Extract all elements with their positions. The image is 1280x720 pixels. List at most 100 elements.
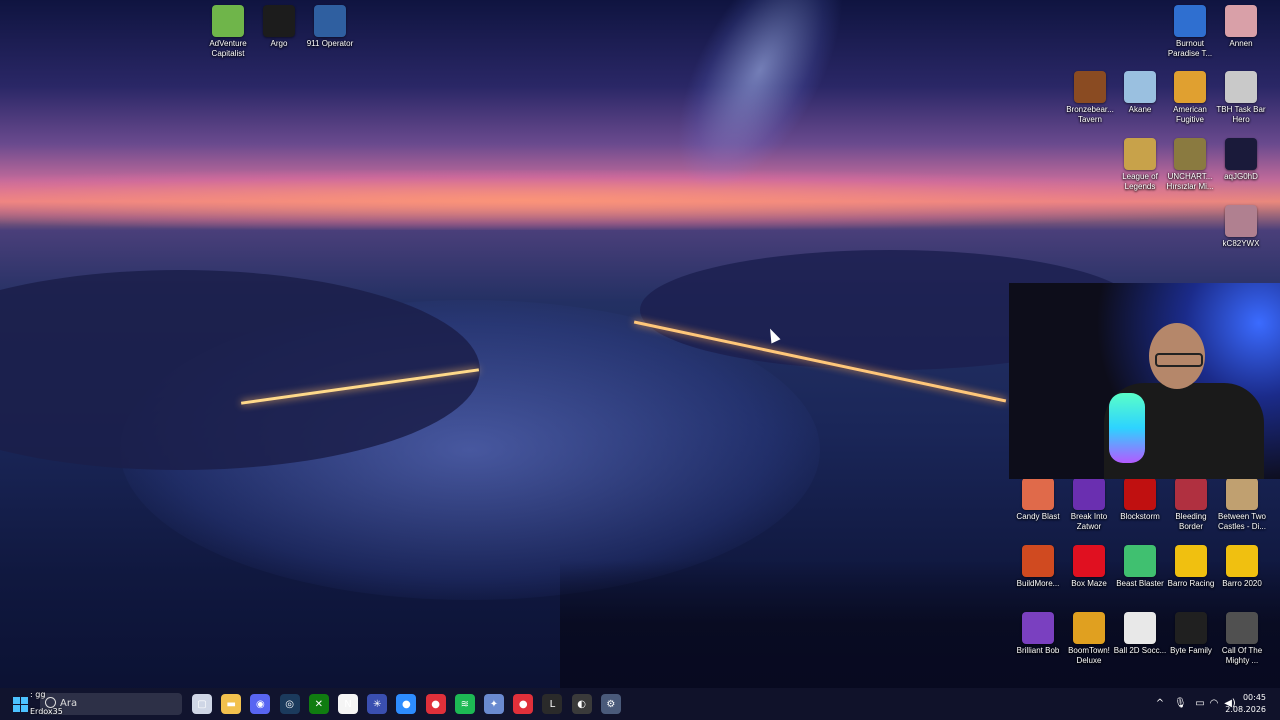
desktop-shortcut[interactable]: Between Two Castles - Di... xyxy=(1214,478,1270,532)
desktop-shortcut[interactable]: Blockstorm xyxy=(1112,478,1168,522)
red-app-icon[interactable]: ● xyxy=(513,694,534,714)
desktop-shortcut-label: BuildMore... xyxy=(1016,579,1060,588)
brilliant-bob-icon xyxy=(1022,612,1054,644)
rgb-microphone xyxy=(1109,393,1145,463)
desktop-shortcut-label: Blockstorm xyxy=(1120,512,1160,521)
desktop-shortcut[interactable]: Brilliant Bob xyxy=(1010,612,1066,656)
akane-icon xyxy=(1124,71,1156,103)
desktop-shortcut[interactable]: Call Of The Mighty ... xyxy=(1214,612,1270,666)
desktop-shortcut[interactable]: Candy Blast xyxy=(1010,478,1066,522)
desktop-shortcut-label: Barro 2020 xyxy=(1222,579,1262,588)
obs-icon[interactable]: ◐ xyxy=(571,694,592,714)
microphone-icon[interactable]: 🎙 xyxy=(1174,698,1187,710)
desktop-shortcut-label: kC82YWX xyxy=(1222,239,1260,248)
buildmore-icon xyxy=(1022,545,1054,577)
clock-time: 00:45 xyxy=(1242,693,1266,702)
desktop-shortcut[interactable]: UNCHART... Hırsızlar Mi... xyxy=(1162,138,1218,192)
desktop-shortcut[interactable]: Box Maze xyxy=(1061,545,1117,589)
desktop-shortcut-label: Ball 2D Socc... xyxy=(1113,646,1167,655)
webcam-overlay xyxy=(1009,283,1280,479)
desktop-shortcut[interactable]: Ball 2D Socc... xyxy=(1112,612,1168,656)
discord-icon[interactable]: ◉ xyxy=(250,694,271,714)
spotify-icon[interactable]: ≋ xyxy=(454,694,475,714)
start-button[interactable] xyxy=(10,694,30,714)
desktop-shortcut[interactable]: Annen xyxy=(1213,5,1269,49)
display-icon[interactable]: ▭ xyxy=(1194,698,1206,710)
desktop-shortcut-label: BoomTown! Deluxe xyxy=(1068,646,1110,665)
sparkle-app-icon[interactable]: ✳ xyxy=(367,694,388,714)
task-view-icon[interactable]: ▢ xyxy=(192,694,212,714)
taskbar-clock[interactable]: 00:45 2.08.2026 xyxy=(1225,692,1266,716)
zoom-app-icon[interactable]: ● xyxy=(396,694,417,714)
desktop-shortcut[interactable]: Argo xyxy=(251,5,307,49)
desktop-shortcut[interactable]: League of Legends xyxy=(1112,138,1168,192)
burnout-paradise-icon xyxy=(1174,5,1206,37)
argo-icon xyxy=(263,5,295,37)
desktop-shortcut[interactable]: Beast Blaster xyxy=(1112,545,1168,589)
desktop-shortcut-label: League of Legends xyxy=(1122,172,1158,191)
uncharted-icon xyxy=(1174,138,1206,170)
desktop-shortcut-label: Call Of The Mighty ... xyxy=(1221,646,1263,665)
american-fugitive-icon xyxy=(1174,71,1206,103)
taskbar: Ara ▢ ▬ ◉ ◎ ✕ N ✳ ● ● ≋ ✦ ● L ◐ ⚙ ^ 🎙 ▭ ◠ ◀) 00:45 2.0… xyxy=(0,688,1280,720)
desktop-shortcut[interactable]: aqJG0hD xyxy=(1213,138,1269,182)
desktop-shortcut-label: Barro Racing xyxy=(1167,579,1215,588)
desktop-shortcut[interactable]: Bronzebear... Tavern xyxy=(1062,71,1118,125)
adventure-capitalist-icon xyxy=(212,5,244,37)
streamer-glasses xyxy=(1155,353,1203,367)
desktop-shortcut-label: Brilliant Bob xyxy=(1016,646,1060,655)
league-of-legends-icon xyxy=(1124,138,1156,170)
desktop-shortcut-label: Burnout Paradise T... xyxy=(1167,39,1213,58)
desktop-shortcut[interactable]: BuildMore... xyxy=(1010,545,1066,589)
desktop-shortcut[interactable]: BoomTown! Deluxe xyxy=(1061,612,1117,666)
desktop-shortcut-label: Candy Blast xyxy=(1016,512,1060,521)
tray-chevron-icon[interactable]: ^ xyxy=(1154,698,1166,710)
record-app-icon[interactable]: ● xyxy=(425,694,446,714)
annen-icon xyxy=(1225,5,1257,37)
desktop-shortcut[interactable]: Break Into Zatwor xyxy=(1061,478,1117,532)
desktop-shortcut[interactable]: Akane xyxy=(1112,71,1168,115)
desktop-shortcut[interactable]: Barro Racing xyxy=(1163,545,1219,589)
bronzebeard-tavern-icon xyxy=(1074,71,1106,103)
desktop-shortcut[interactable]: 911 Operator xyxy=(302,5,358,49)
candy-blast-icon xyxy=(1022,478,1054,510)
desktop-shortcut-label: Bronzebear... Tavern xyxy=(1066,105,1114,124)
stream-username: Erdox35 xyxy=(30,707,63,716)
desktop-shortcut-label: Argo xyxy=(270,39,288,48)
notion-icon[interactable]: N xyxy=(338,694,358,714)
barro-2020-icon xyxy=(1226,545,1258,577)
steam-icon[interactable]: ◎ xyxy=(279,694,300,714)
desktop-shortcut-label: AdVenture Capitalist xyxy=(209,39,247,58)
desktop-shortcut-label: TBH Task Bar Hero xyxy=(1216,105,1266,124)
desktop-shortcut[interactable]: American Fugitive xyxy=(1162,71,1218,125)
ball-2d-soccer-icon xyxy=(1124,612,1156,644)
barro-racing-icon xyxy=(1175,545,1207,577)
desktop-shortcut-label: American Fugitive xyxy=(1173,105,1207,124)
desktop-shortcut[interactable]: AdVenture Capitalist xyxy=(200,5,256,59)
desktop-shortcut[interactable]: kC82YWX xyxy=(1213,205,1269,249)
desktop-shortcut[interactable]: Bleeding Border xyxy=(1163,478,1219,532)
stream-chat-line: : gg xyxy=(30,690,46,699)
byte-family-icon xyxy=(1175,612,1207,644)
desktop-shortcut[interactable]: TBH Task Bar Hero xyxy=(1213,71,1269,125)
network-app-icon[interactable]: ✦ xyxy=(484,694,504,714)
wifi-icon[interactable]: ◠ xyxy=(1208,698,1220,710)
settings-icon[interactable]: ⚙ xyxy=(600,694,621,714)
blockstorm-icon xyxy=(1124,478,1156,510)
desktop-shortcut[interactable]: Burnout Paradise T... xyxy=(1162,5,1218,59)
desktop-shortcut[interactable]: Byte Family xyxy=(1163,612,1219,656)
desktop-shortcut-label: Beast Blaster xyxy=(1116,579,1164,588)
911-operator-icon xyxy=(314,5,346,37)
desktop-shortcut-label: Between Two Castles - Di... xyxy=(1217,512,1266,531)
league-client-icon[interactable]: L xyxy=(542,694,563,714)
xbox-icon[interactable]: ✕ xyxy=(308,694,329,714)
desktop-shortcut-label: aqJG0hD xyxy=(1224,172,1258,181)
desktop-shortcut-label: UNCHART... Hırsızlar Mi... xyxy=(1166,172,1214,191)
desktop-shortcut-label: Annen xyxy=(1229,39,1253,48)
desktop-shortcut-label: Bleeding Border xyxy=(1175,512,1207,531)
aqjg0hd-icon xyxy=(1225,138,1257,170)
beast-blaster-icon xyxy=(1124,545,1156,577)
boomtown-deluxe-icon xyxy=(1073,612,1105,644)
file-explorer-icon[interactable]: ▬ xyxy=(221,694,242,714)
desktop-shortcut[interactable]: Barro 2020 xyxy=(1214,545,1270,589)
